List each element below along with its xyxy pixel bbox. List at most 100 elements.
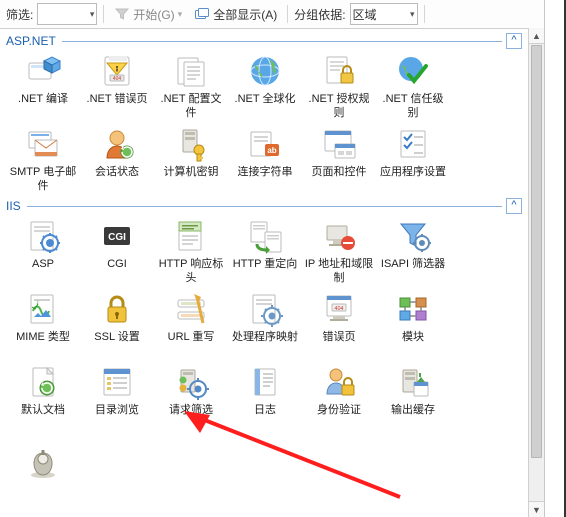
feature-session-state[interactable]: 会话状态 bbox=[80, 124, 154, 193]
funnel-icon bbox=[114, 6, 130, 22]
feature-http-headers[interactable]: HTTP 响应标头 bbox=[154, 216, 228, 285]
feature-mime-types[interactable]: ♪ MIME 类型 bbox=[6, 289, 80, 358]
svg-text:404: 404 bbox=[334, 306, 343, 312]
handler-map-icon bbox=[247, 291, 283, 327]
vertical-scrollbar[interactable]: ▲ ▼ bbox=[528, 28, 544, 517]
feature-label: HTTP 重定向 bbox=[228, 257, 302, 285]
feature-net-auth[interactable]: .NET 授权规则 bbox=[302, 51, 376, 120]
feature-label: 应用程序设置 bbox=[376, 165, 450, 193]
feature-label: ISAPI 筛选器 bbox=[376, 257, 450, 285]
feature-handler-map[interactable]: 处理程序映射 bbox=[228, 289, 302, 358]
http-headers-icon bbox=[173, 218, 209, 254]
auth-iis-icon bbox=[321, 364, 357, 400]
session-state-icon bbox=[99, 126, 135, 162]
show-all-icon bbox=[194, 6, 210, 22]
feature-label: 目录浏览 bbox=[80, 403, 154, 431]
scroll-up-icon[interactable]: ▲ bbox=[529, 28, 544, 44]
feature-label: 页面和控件 bbox=[302, 165, 376, 193]
group-title: IIS bbox=[6, 199, 21, 213]
feature-output-cache[interactable]: 输出缓存 bbox=[376, 362, 450, 431]
feature-asp[interactable]: ASP bbox=[6, 216, 80, 285]
isapi-filter-icon bbox=[395, 218, 431, 254]
output-cache-icon bbox=[395, 364, 431, 400]
feature-app-settings[interactable]: 应用程序设置 bbox=[376, 124, 450, 193]
feature-dir-browse[interactable]: 目录浏览 bbox=[80, 362, 154, 431]
feature-url-rewrite[interactable]: URL 重写 bbox=[154, 289, 228, 358]
feature-default-doc[interactable]: 默认文档 bbox=[6, 362, 80, 431]
feature-error-pages[interactable]: 404 错误页 bbox=[302, 289, 376, 358]
toolbar: 筛选: ▾ 开始(G) ▾ 全部显示(A) 分组依据: 区域 ▾ bbox=[0, 0, 544, 29]
feature-smtp-email[interactable]: SMTP 电子邮件 bbox=[6, 124, 80, 193]
group-title: ASP.NET bbox=[6, 34, 56, 48]
wrench-icon bbox=[25, 445, 61, 481]
ip-restrict-icon bbox=[321, 218, 357, 254]
feature-net-error[interactable]: 404 .NET 错误页 bbox=[80, 51, 154, 120]
error-pages-icon: 404 bbox=[321, 291, 357, 327]
svg-text:ab: ab bbox=[267, 146, 276, 155]
feature-label: HTTP 响应标头 bbox=[154, 257, 228, 285]
feature-net-config[interactable]: .NET 配置文件 bbox=[154, 51, 228, 120]
feature-isapi-filter[interactable]: ISAPI 筛选器 bbox=[376, 216, 450, 285]
scroll-down-icon[interactable]: ▼ bbox=[529, 501, 544, 517]
feature-net-global[interactable]: .NET 全球化 bbox=[228, 51, 302, 120]
collapse-icon[interactable]: ^ bbox=[506, 33, 522, 49]
feature-http-redirect[interactable]: HTTP 重定向 bbox=[228, 216, 302, 285]
feature-machine-key[interactable]: 计算机密钥 bbox=[154, 124, 228, 193]
feature-label: SSL 设置 bbox=[80, 330, 154, 358]
feature-pages-controls[interactable]: 页面和控件 bbox=[302, 124, 376, 193]
feature-conn-strings[interactable]: ab 连接字符串 bbox=[228, 124, 302, 193]
logging-icon bbox=[247, 364, 283, 400]
pages-controls-icon bbox=[321, 126, 357, 162]
feature-label: ASP bbox=[6, 257, 80, 285]
feature-logging[interactable]: 日志 bbox=[228, 362, 302, 431]
feature-modules[interactable]: 模块 bbox=[376, 289, 450, 358]
feature-cgi[interactable]: CGI CGI bbox=[80, 216, 154, 285]
feature-label: 计算机密钥 bbox=[154, 165, 228, 193]
feature-label: .NET 错误页 bbox=[80, 92, 154, 120]
group-header-iis[interactable]: IIS ^ bbox=[6, 198, 522, 214]
feature-label: .NET 信任级别 bbox=[376, 92, 450, 120]
feature-net-trust[interactable]: .NET 信任级别 bbox=[376, 51, 450, 120]
feature-label: CGI bbox=[80, 257, 154, 285]
go-label: 开始(G) bbox=[133, 6, 174, 23]
feature-label: 输出缓存 bbox=[376, 403, 450, 431]
feature-label: 请求筛选 bbox=[154, 403, 228, 431]
cgi-icon: CGI bbox=[99, 218, 135, 254]
feature-req-filter[interactable]: 请求筛选 bbox=[154, 362, 228, 431]
group-header-aspnet[interactable]: ASP.NET ^ bbox=[6, 33, 522, 49]
toolbar-separator bbox=[287, 5, 288, 23]
compile-icon bbox=[25, 53, 61, 89]
feature-label: 会话状态 bbox=[80, 165, 154, 193]
feature-label: IP 地址和域限制 bbox=[302, 257, 376, 285]
go-button[interactable]: 开始(G) ▾ bbox=[110, 3, 186, 25]
globe-icon bbox=[247, 53, 283, 89]
content-area: ASP.NET ^ .NET 编译 404 .NET 错误页 .NET 配置文件 bbox=[0, 28, 528, 517]
feature-label: 处理程序映射 bbox=[228, 330, 302, 358]
feature-auth-iis[interactable]: 身份验证 bbox=[302, 362, 376, 431]
feature-partial[interactable] bbox=[6, 443, 80, 484]
feature-label: .NET 全球化 bbox=[228, 92, 302, 120]
show-all-label: 全部显示(A) bbox=[213, 6, 277, 23]
svg-text:404: 404 bbox=[113, 76, 122, 82]
show-all-button[interactable]: 全部显示(A) bbox=[190, 3, 281, 25]
feature-label: 错误页 bbox=[302, 330, 376, 358]
iis-icons: ASP CGI CGI HTTP 响应标头 HTTP 重定向 IP bbox=[6, 216, 522, 431]
group-by-combo[interactable]: 区域 ▾ bbox=[350, 3, 418, 25]
http-redirect-icon bbox=[247, 218, 283, 254]
iis-features-panel: 筛选: ▾ 开始(G) ▾ 全部显示(A) 分组依据: 区域 ▾ bbox=[0, 0, 566, 517]
asp-icon bbox=[25, 218, 61, 254]
feature-net-compile[interactable]: .NET 编译 bbox=[6, 51, 80, 120]
collapse-icon[interactable]: ^ bbox=[506, 198, 522, 214]
feature-ssl-settings[interactable]: SSL 设置 bbox=[80, 289, 154, 358]
error-404-icon: 404 bbox=[99, 53, 135, 89]
scrollbar-thumb[interactable] bbox=[531, 45, 542, 458]
svg-text:♪: ♪ bbox=[36, 300, 39, 306]
feature-ip-domain[interactable]: IP 地址和域限制 bbox=[302, 216, 376, 285]
filter-combo[interactable]: ▾ bbox=[37, 3, 97, 25]
url-rewrite-icon bbox=[173, 291, 209, 327]
feature-label: MIME 类型 bbox=[6, 330, 80, 358]
modules-icon bbox=[395, 291, 431, 327]
aspnet-icons: .NET 编译 404 .NET 错误页 .NET 配置文件 .NET 全球化 bbox=[6, 51, 522, 193]
request-filter-icon bbox=[173, 364, 209, 400]
feature-label: 模块 bbox=[376, 330, 450, 358]
